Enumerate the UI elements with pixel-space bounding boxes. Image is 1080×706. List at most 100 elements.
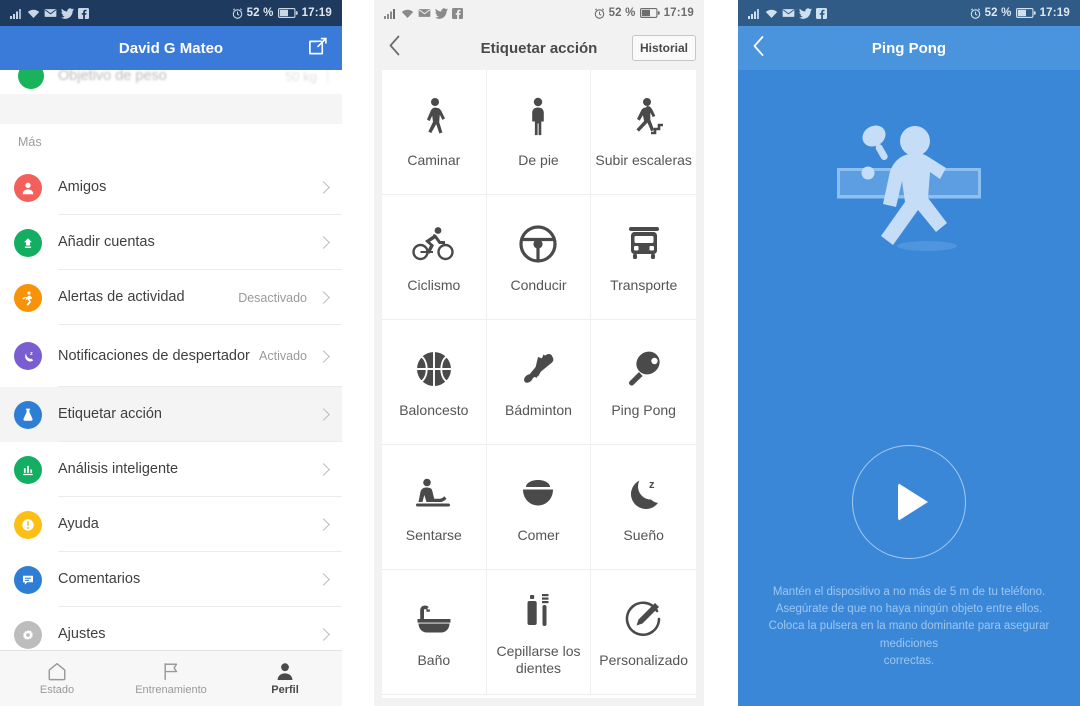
weight-goal-label: Objetivo de peso [58, 70, 167, 84]
action-label: Transporte [610, 276, 678, 293]
status-bar-left-icons [384, 7, 463, 19]
wifi-icon [765, 9, 778, 18]
list-item-label: Notificaciones de despertador [58, 347, 250, 364]
action-cell-bano[interactable]: Baño [382, 570, 487, 695]
chevron-right-icon [317, 573, 330, 586]
page-title: Ping Pong [871, 39, 947, 57]
alarm-icon [594, 7, 604, 19]
panel-gap-2 [704, 0, 738, 706]
status-bar: 52 % 17:19 [0, 0, 342, 26]
home-icon [48, 663, 66, 681]
battery-icon [277, 8, 298, 18]
toothbrush-icon [521, 587, 555, 633]
page-title: David G Mateo [118, 39, 224, 57]
bottom-navigation: Estado Entrenamiento Perfil [0, 650, 342, 706]
twitter-icon [435, 7, 448, 19]
action-label: Ping Pong [611, 401, 676, 418]
action-cell-cepillarse-dientes[interactable]: Cepillarse los dientes [486, 570, 592, 695]
action-cell-comer[interactable]: Comer [486, 445, 592, 570]
walking-icon [417, 96, 451, 142]
basketball-icon [415, 346, 453, 392]
status-bar-left-icons [748, 7, 827, 19]
weight-goal-row[interactable]: Objetivo de peso 50 kg [0, 70, 342, 94]
chevron-right-icon [317, 463, 330, 476]
nav-item-estado[interactable]: Estado [0, 661, 114, 696]
weight-goal-icon [18, 70, 44, 89]
list-item-ayuda[interactable]: Ayuda [0, 497, 342, 552]
list-item-etiquetar-accion[interactable]: Etiquetar acción [0, 387, 342, 442]
list-item-anadir-cuentas[interactable]: Añadir cuentas [0, 215, 342, 270]
svg-text:z: z [649, 479, 655, 491]
alarm-notify-icon: z [14, 342, 42, 370]
wifi-icon [401, 9, 414, 18]
facebook-icon [452, 7, 463, 19]
action-cell-ping-pong[interactable]: Ping Pong [591, 320, 696, 445]
phone-panel-tag-action: 52 % 17:19 Etiquetar acción Historial Ca… [374, 0, 704, 706]
play-button[interactable] [852, 445, 966, 559]
list-item-notificaciones-despertador[interactable]: z Notificaciones de despertador Activado [0, 325, 342, 387]
nav-item-entrenamiento[interactable]: Entrenamiento [114, 661, 228, 696]
action-label: Caminar [407, 151, 461, 168]
status-time: 17:19 [1039, 7, 1070, 19]
action-cell-conducir[interactable]: Conducir [486, 195, 592, 320]
action-label: Conducir [510, 276, 567, 293]
ping-pong-body: Mantén el dispositivo a no más de 5 m de… [738, 70, 1080, 706]
action-grid-wrapper: Caminar De pie Subir escaleras Ciclismo … [374, 70, 704, 706]
chevron-right-icon [317, 408, 330, 421]
action-cell-subir-escaleras[interactable]: Subir escaleras [591, 70, 696, 195]
action-label: Ciclismo [407, 276, 461, 293]
chevron-right-icon [317, 628, 330, 641]
list-item-label: Ajustes [58, 626, 106, 643]
section-label-mas: Más [0, 124, 342, 160]
list-item-amigos[interactable]: Amigos [0, 160, 342, 215]
ping-pong-paddle-icon [625, 346, 663, 392]
nav-label: Entrenamiento [135, 684, 207, 696]
action-label: Sentarse [405, 526, 462, 543]
nav-item-perfil[interactable]: Perfil [228, 661, 342, 696]
chevron-right-icon [317, 291, 330, 304]
action-cell-sueno[interactable]: z Sueño [591, 445, 696, 570]
hint-line: Asegúrate de que no haya ningún objeto e… [775, 603, 1043, 615]
battery-icon [639, 8, 660, 18]
action-cell-transporte[interactable]: Transporte [591, 195, 696, 320]
phone-panel-ping-pong: 52 % 17:19 Ping Pong Mantén el dispositi… [738, 0, 1080, 706]
action-cell-caminar[interactable]: Caminar [382, 70, 487, 195]
list-item-value: Desactivado [238, 290, 307, 305]
action-cell-de-pie[interactable]: De pie [486, 70, 592, 195]
battery-percent: 52 % [246, 7, 274, 19]
back-chevron-icon[interactable] [388, 35, 401, 62]
friends-icon [14, 173, 42, 202]
list-item-label: Amigos [58, 179, 107, 196]
chevron-right-icon [327, 70, 328, 85]
action-cell-baloncesto[interactable]: Baloncesto [382, 320, 487, 445]
panel-gap-1 [342, 0, 374, 706]
list-item-comentarios[interactable]: Comentarios [0, 552, 342, 607]
steering-wheel-icon [518, 221, 558, 267]
facebook-icon [816, 7, 827, 19]
shuttlecock-icon [519, 346, 557, 392]
hint-line: Coloca la pulsera en la mano dominante p… [768, 620, 1050, 650]
help-icon [14, 510, 42, 539]
wifi-icon [27, 9, 40, 18]
status-bar: 52 % 17:19 [374, 0, 704, 26]
status-bar-right: 52 % 17:19 [970, 7, 1070, 19]
edit-icon[interactable] [307, 36, 328, 61]
action-cell-ciclismo[interactable]: Ciclismo [382, 195, 487, 320]
history-button[interactable]: Historial [631, 35, 696, 61]
mail-icon [418, 9, 431, 17]
list-item-value: Activado [259, 349, 307, 363]
action-cell-badminton[interactable]: Bádminton [486, 320, 592, 445]
cycling-icon [412, 221, 456, 267]
stairs-icon [625, 96, 663, 142]
profile-body: Objetivo de peso 50 kg Más Amigos Añadir… [0, 70, 342, 706]
profile-header: David G Mateo [0, 26, 342, 70]
action-cell-sentarse[interactable]: Sentarse [382, 445, 487, 570]
back-chevron-icon[interactable] [752, 35, 765, 61]
action-cell-personalizado[interactable]: Personalizado [591, 570, 696, 695]
svg-text:z: z [30, 350, 33, 356]
list-item-alertas-actividad[interactable]: Alertas de actividad Desactivado [0, 270, 342, 325]
battery-percent: 52 % [984, 7, 1012, 19]
flag-icon [164, 663, 178, 681]
action-label: Sueño [623, 526, 664, 543]
list-item-analisis-inteligente[interactable]: Análisis inteligente [0, 442, 342, 497]
